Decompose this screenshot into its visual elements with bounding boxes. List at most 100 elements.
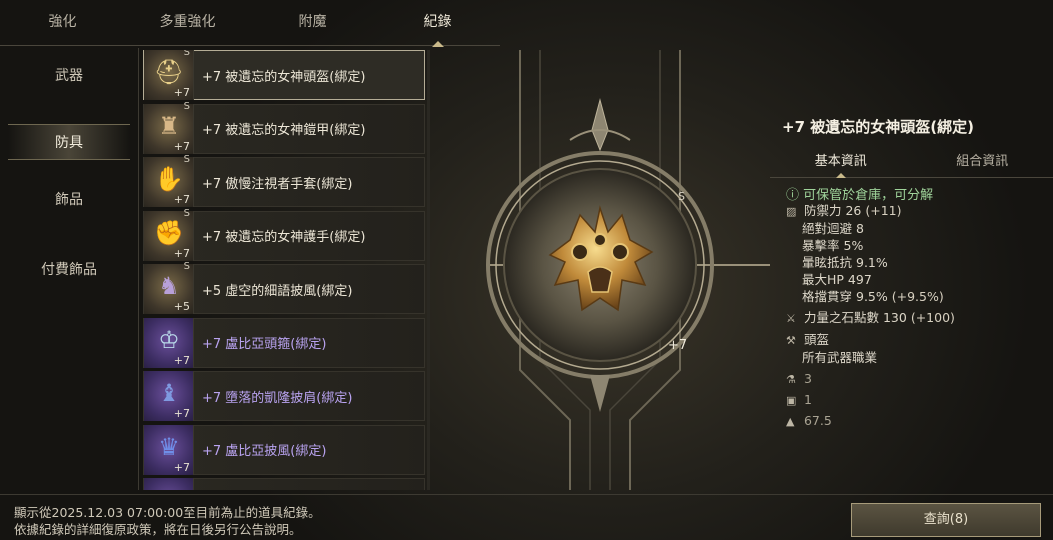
- item-thumbnail: ⛑ S +7: [144, 50, 194, 100]
- footer-line-2: 依據紀錄的詳細復原政策，將在日後另行公告說明。: [14, 522, 302, 537]
- level-label: +7: [173, 246, 190, 260]
- footer-divider: [0, 494, 1053, 495]
- grade-label: S: [183, 207, 190, 219]
- stat-value: 8: [856, 221, 864, 236]
- item-thumbnail: ♜ S +7: [144, 101, 194, 154]
- list-item[interactable]: ✊ S +7 +7 被遺忘的女神護手(綁定): [143, 207, 425, 261]
- stat-max-hp: 最大HP 497: [770, 271, 1053, 288]
- detail-tabs: 基本資訊 組合資訊: [770, 146, 1053, 178]
- misc-value: 67.5: [803, 413, 832, 428]
- stack-icon: ▣: [786, 394, 797, 407]
- item-thumbnail: ♞ S +5: [144, 261, 194, 314]
- category-paid-accessory[interactable]: 付費飾品: [0, 244, 138, 314]
- item-name: +7 墮落的凱隆披肩(綁定): [202, 390, 353, 406]
- list-item[interactable]: ♜ S +7 +7 被遺忘的女神鎧甲(綁定): [143, 101, 425, 154]
- shield-icon: ▨: [786, 205, 797, 218]
- emblem-frame: [486, 50, 775, 490]
- category-weapon[interactable]: 武器: [0, 50, 138, 120]
- item-name: +7 盧比亞披風(綁定): [202, 444, 327, 459]
- stat-power-stone: ⚔ 力量之石點數 130 (+100): [770, 309, 1053, 327]
- item-name: +7 傲慢注視者手套(綁定): [202, 176, 353, 192]
- item-thumbnail: ✋ S +7: [144, 154, 194, 207]
- stat-bonus: (+100): [910, 310, 955, 325]
- mantle-icon: ♝: [158, 379, 180, 407]
- level-label: +7: [173, 407, 190, 420]
- stat-bonus: (+9.5%): [891, 289, 944, 304]
- slot-label: 頭盔: [803, 332, 829, 347]
- level-label: +7: [173, 139, 190, 153]
- item-name: +7 被遺忘的女神護手(綁定): [202, 230, 366, 245]
- divider: [138, 48, 139, 490]
- stat-label: 暈眩抵抗: [802, 255, 853, 270]
- stat-value: 26: [845, 203, 862, 218]
- cloak-icon: ♞: [158, 272, 180, 300]
- item-thumbnail: ♝ +7: [144, 371, 194, 421]
- gauntlet-icon: ✊: [154, 218, 184, 247]
- misc-anvil: ⚗ 3: [770, 370, 1053, 388]
- item-thumbnail: ♔ +7: [144, 317, 194, 368]
- level-label: +5: [173, 300, 190, 313]
- anvil-icon: ⚗: [786, 373, 796, 386]
- grade-label: S: [183, 261, 190, 272]
- category-list: 武器 防具 飾品 付費飾品: [0, 50, 138, 314]
- list-item[interactable]: ♛ +7 +7 盧比亞披風(綁定): [143, 424, 425, 475]
- list-item[interactable]: ⛑ S +7 +7 被遺忘的女神頭盔(綁定): [143, 50, 425, 100]
- item-name: +7 被遺忘的女神鎧甲(綁定): [202, 123, 366, 138]
- stat-bonus: (+11): [865, 203, 902, 218]
- level-label: +7: [173, 86, 190, 99]
- stat-evasion: 絕對迴避 8: [770, 220, 1053, 237]
- category-accessory[interactable]: 飾品: [0, 174, 138, 244]
- stat-value: 9.5%: [856, 289, 888, 304]
- stat-value: 5%: [843, 238, 864, 253]
- weight-icon: ▲: [786, 415, 795, 428]
- stat-value: 130: [882, 310, 907, 325]
- stat-stun-resist: 暈眩抵抗 9.1%: [770, 254, 1053, 271]
- level-label: +7: [173, 353, 190, 367]
- misc-value: 3: [803, 371, 812, 386]
- top-tab-bar: 強化 多重強化 附魔 紀錄: [0, 0, 500, 46]
- stat-label: 絕對迴避: [802, 221, 853, 236]
- info-icon: ⓘ: [786, 188, 800, 203]
- stat-label: 防禦力: [803, 203, 842, 218]
- item-showcase: S +7: [430, 40, 775, 490]
- job-label: 所有武器職業: [802, 350, 878, 365]
- item-list: ⛑ S +7 +7 被遺忘的女神頭盔(綁定) ♜ S +7 +7 被遺忘的女神鎧…: [143, 50, 425, 490]
- query-button[interactable]: 查詢(8): [851, 503, 1041, 537]
- item-detail-panel: +7 被遺忘的女神頭盔(綁定) 基本資訊 組合資訊 ⓘ 可保管於倉庫，可分解 ▨…: [770, 110, 1053, 430]
- tab-enhance[interactable]: 強化: [0, 0, 125, 45]
- armor-icon: ♜: [158, 111, 180, 140]
- detail-title: +7 被遺忘的女神頭盔(綁定): [782, 118, 974, 136]
- blade-icon: ⚒: [786, 334, 796, 347]
- list-item-partial[interactable]: [143, 478, 425, 490]
- footer-line-1: 顯示從2025.12.03 07:00:00至目前為止的道具紀錄。: [14, 505, 321, 520]
- stat-value: 497: [847, 272, 872, 287]
- tab-enchant[interactable]: 附魔: [250, 0, 375, 45]
- glove-icon: ✋: [154, 165, 184, 193]
- level-label: +7: [173, 460, 190, 474]
- tab-set-info[interactable]: 組合資訊: [912, 146, 1053, 177]
- helmet-icon: ⛑: [153, 58, 185, 86]
- stat-crit: 暴擊率 5%: [770, 237, 1053, 254]
- tab-multi-enhance[interactable]: 多重強化: [125, 0, 250, 45]
- list-item[interactable]: ♔ +7 +7 盧比亞頭箍(綁定): [143, 317, 425, 368]
- tab-basic-info[interactable]: 基本資訊: [770, 146, 912, 177]
- storage-note-text: 可保管於倉庫，可分解: [803, 188, 934, 203]
- emblem-grade-label: S: [678, 190, 685, 203]
- list-item[interactable]: ✋ S +7 +7 傲慢注視者手套(綁定): [143, 154, 425, 207]
- item-slot: ⚒ 頭盔: [770, 331, 1053, 349]
- storage-note: ⓘ 可保管於倉庫，可分解: [770, 178, 1053, 203]
- stat-value: 9.1%: [856, 255, 888, 270]
- list-item[interactable]: ♝ +7 +7 墮落的凱隆披肩(綁定): [143, 371, 425, 421]
- stat-label: 最大HP: [802, 272, 844, 287]
- grade-label: S: [183, 50, 190, 58]
- tab-record[interactable]: 紀錄: [375, 0, 500, 45]
- category-armor[interactable]: 防具: [8, 124, 130, 160]
- emblem-level-label: +7: [668, 338, 688, 353]
- list-item[interactable]: ♞ S +5 +5 虛空的細語披風(綁定): [143, 261, 425, 314]
- item-thumbnail: [144, 478, 194, 490]
- cape-icon: ♛: [158, 432, 180, 461]
- sword-icon: ⚔: [786, 312, 796, 325]
- circlet-icon: ♔: [158, 325, 180, 354]
- item-name: +7 被遺忘的女神頭盔(綁定): [202, 69, 366, 85]
- stat-label: 暴擊率: [802, 238, 840, 253]
